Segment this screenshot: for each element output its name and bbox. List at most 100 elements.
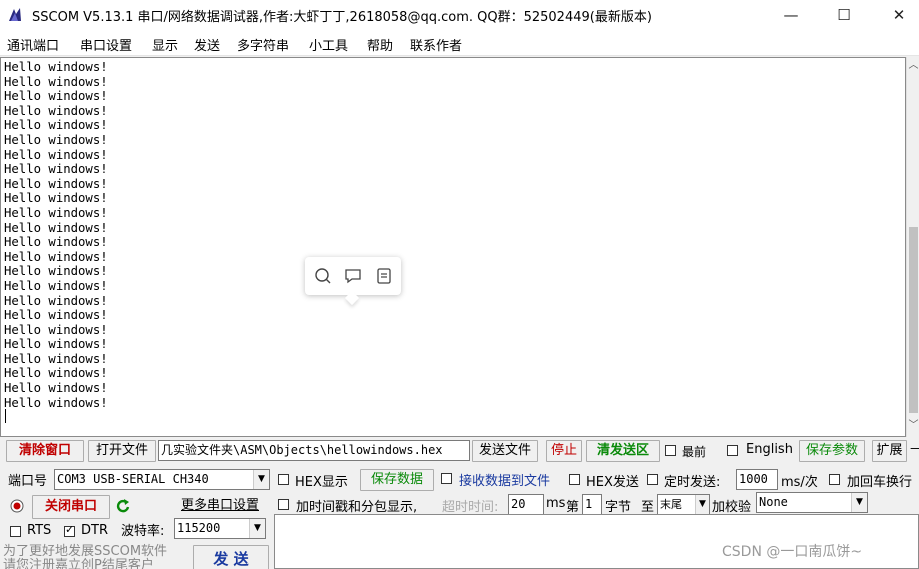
baud-select[interactable]: 115200 ▼ [174,518,266,539]
console-line: Hello windows! [4,381,108,396]
topmost-checkbox[interactable] [665,445,676,456]
hex-display-checkbox[interactable] [278,474,289,485]
interval-input[interactable]: 1000 [736,469,778,490]
timed-send-checkbox[interactable] [647,474,658,485]
bytes-label: 字节 [605,500,632,515]
tail-select[interactable]: 末尾 ▼ [657,494,710,515]
text-caret [5,409,6,423]
timeout-input[interactable]: 20 [508,494,544,515]
add-crlf-checkbox[interactable] [829,474,840,485]
floating-toolbar [305,257,401,295]
promo-line-1: 为了更好地发展SSCOM软件 [3,544,168,559]
file-path-input[interactable]: 几实验文件夹\ASM\Objects\hellowindows.hex [158,440,470,461]
expand-button[interactable]: 扩展 [872,440,907,462]
open-file-button[interactable]: 打开文件 [88,440,156,462]
timestamp-label: 加时间戳和分包显示, [296,500,418,515]
watermark: CSDN @一口南瓜饼~ [722,544,863,560]
hex-send-label: HEX发送 [586,475,639,490]
menu-multi-string[interactable]: 多字符串 [237,35,289,54]
console-line: Hello windows! [4,395,108,410]
dtr-checkbox[interactable] [64,523,75,537]
console-line: Hello windows! [4,118,108,133]
note-icon[interactable] [375,267,393,285]
search-icon[interactable] [314,267,332,285]
console-line: Hello windows! [4,351,108,366]
console-line: Hello windows! [4,74,108,89]
scrollbar-thumb[interactable] [909,227,918,413]
add-crlf-label: 加回车换行 [847,475,913,490]
menu-comm-port[interactable]: 通讯端口 [7,35,59,54]
checksum-label: 加校验 [712,500,752,515]
menu-bar: 通讯端口 串口设置 显示 发送 多字符串 小工具 帮助 联系作者 [0,30,919,56]
chevron-down-icon[interactable]: ▼ [249,519,265,538]
timed-send-label: 定时发送: [664,475,721,490]
more-serial-settings-button[interactable]: 更多串口设置 [174,496,266,518]
dtr-label: DTR [81,523,108,538]
port-select-value: COM3 USB-SERIAL CH340 [57,472,209,486]
menu-contact-author[interactable]: 联系作者 [410,35,462,54]
nth-label: 第 [566,500,580,515]
clear-send-button[interactable]: 清发送区 [586,440,660,462]
app-icon [7,7,23,23]
console-line: Hello windows! [4,205,108,220]
rts-checkbox[interactable] [10,526,21,537]
scroll-down-icon[interactable]: ﹀ [907,419,919,433]
port-label: 端口号 [8,474,48,489]
recv-to-file-checkbox[interactable] [441,473,452,484]
console-scrollbar[interactable]: ︿ ﹀ [906,57,919,437]
english-checkbox[interactable] [727,445,738,456]
chevron-down-icon[interactable]: ▼ [695,495,709,514]
console-line: Hello windows! [4,220,108,235]
minimize-button[interactable]: — [776,4,806,26]
promo-text: 为了更好地发展SSCOM软件 请您注册嘉立创P结尾客户 [3,545,183,569]
console-line: Hello windows! [4,191,108,206]
console-line: Hello windows! [4,308,108,323]
menu-serial-settings[interactable]: 串口设置 [80,35,132,54]
menu-help[interactable]: 帮助 [367,35,393,54]
send-button[interactable]: 发 送 [193,545,269,569]
file-toolbar: 清除窗口 打开文件 几实验文件夹\ASM\Objects\hellowindow… [0,439,919,463]
console-line: Hello windows! [4,235,108,250]
timeout-label: 超时时间: [442,500,499,515]
tail-select-value: 末尾 [660,498,682,511]
console-line: Hello windows! [4,89,108,104]
nth-input[interactable]: 1 [582,494,602,515]
comment-icon[interactable] [344,267,362,285]
menu-tools[interactable]: 小工具 [309,35,348,54]
refresh-icon[interactable] [115,498,131,514]
hex-send-checkbox[interactable] [569,474,580,485]
chevron-down-icon[interactable]: ▼ [851,493,867,512]
close-port-button[interactable]: 关闭串口 [32,495,110,519]
timestamp-checkbox[interactable] [278,499,289,510]
save-data-button[interactable]: 保存数据 [360,469,434,491]
console-line: Hello windows! [4,103,108,118]
menu-send[interactable]: 发送 [194,35,220,54]
expand-dash: — [910,441,919,456]
send-file-button[interactable]: 发送文件 [472,440,538,462]
close-button[interactable]: ✕ [884,4,914,26]
clear-window-button[interactable]: 清除窗口 [6,440,84,462]
menu-display[interactable]: 显示 [152,35,178,54]
chevron-down-icon[interactable]: ▼ [253,470,269,489]
checksum-select-value: None [759,495,788,509]
receive-console[interactable]: Hello windows! Hello windows! Hello window… [0,57,906,437]
stop-button[interactable]: 停止 [546,440,582,462]
title-bar: SSCOM V5.13.1 串口/网络数据调试器,作者:大虾丁丁,2618058… [0,0,919,30]
baud-label: 波特率: [121,524,165,539]
console-line: Hello windows! [4,162,108,177]
save-params-button[interactable]: 保存参数 [799,440,865,462]
topmost-label: 最前 [682,445,707,459]
baud-select-value: 115200 [177,521,221,535]
console-line: Hello windows! [4,278,108,293]
maximize-button[interactable]: ☐ [829,4,859,26]
port-select[interactable]: COM3 USB-SERIAL CH340 ▼ [54,469,270,490]
console-line: Hello windows! [4,132,108,147]
recv-to-file-label: 接收数据到文件 [459,474,551,489]
scroll-up-icon[interactable]: ︿ [907,59,919,73]
port-status-icon [10,499,24,513]
rts-label: RTS [27,523,52,538]
hex-display-label: HEX显示 [295,475,348,490]
checksum-select[interactable]: None ▼ [756,492,868,513]
console-line: Hello windows! [4,322,108,337]
window-title: SSCOM V5.13.1 串口/网络数据调试器,作者:大虾丁丁,2618058… [32,10,652,25]
